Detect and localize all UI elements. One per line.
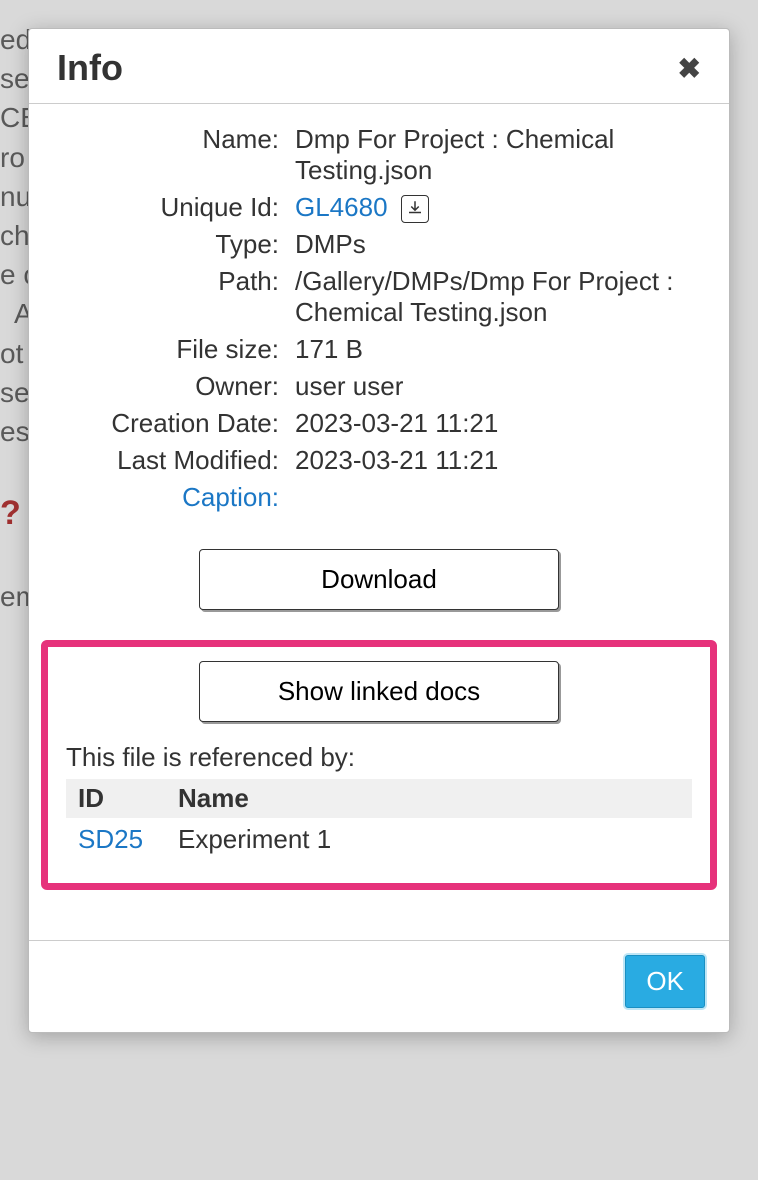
ref-name-cell: Experiment 1	[166, 818, 692, 861]
dialog-footer: OK	[29, 940, 729, 1032]
ref-id-link[interactable]: SD25	[78, 824, 143, 854]
table-row: SD25 Experiment 1	[66, 818, 692, 861]
dialog-header: Info ✖	[29, 29, 729, 104]
referenced-by-table: ID Name SD25 Experiment 1	[66, 779, 692, 861]
dialog-title: Info	[57, 47, 123, 89]
filesize-value: 171 B	[295, 334, 699, 365]
type-value: DMPs	[295, 229, 699, 260]
ok-button[interactable]: OK	[625, 955, 705, 1008]
unique-id-link[interactable]: GL4680	[295, 192, 388, 222]
caption-value	[295, 482, 699, 513]
last-modified-label: Last Modified:	[59, 445, 279, 476]
filesize-label: File size:	[59, 334, 279, 365]
type-label: Type:	[59, 229, 279, 260]
name-value: Dmp For Project : Chemical Testing.json	[295, 124, 699, 186]
creation-date-value: 2023-03-21 11:21	[295, 408, 699, 439]
ref-col-name: Name	[166, 779, 692, 818]
linked-docs-highlight: Show linked docs This file is referenced…	[41, 640, 717, 890]
referenced-by-heading: This file is referenced by:	[66, 742, 692, 773]
info-grid: Name: Dmp For Project : Chemical Testing…	[59, 124, 699, 513]
ref-col-id: ID	[66, 779, 166, 818]
owner-label: Owner:	[59, 371, 279, 402]
close-icon[interactable]: ✖	[678, 52, 701, 85]
unique-id-label: Unique Id:	[59, 192, 279, 223]
name-label: Name:	[59, 124, 279, 186]
show-linked-docs-button[interactable]: Show linked docs	[199, 661, 559, 722]
caption-label[interactable]: Caption:	[59, 482, 279, 513]
last-modified-value: 2023-03-21 11:21	[295, 445, 699, 476]
info-dialog: Info ✖ Name: Dmp For Project : Chemical …	[28, 28, 730, 1033]
dialog-body: Name: Dmp For Project : Chemical Testing…	[29, 104, 729, 900]
creation-date-label: Creation Date:	[59, 408, 279, 439]
owner-value: user user	[295, 371, 699, 402]
download-id-icon[interactable]	[401, 195, 429, 223]
unique-id-value: GL4680	[295, 192, 699, 223]
path-value: /Gallery/DMPs/Dmp For Project : Chemical…	[295, 266, 699, 328]
download-button[interactable]: Download	[199, 549, 559, 610]
path-label: Path:	[59, 266, 279, 328]
